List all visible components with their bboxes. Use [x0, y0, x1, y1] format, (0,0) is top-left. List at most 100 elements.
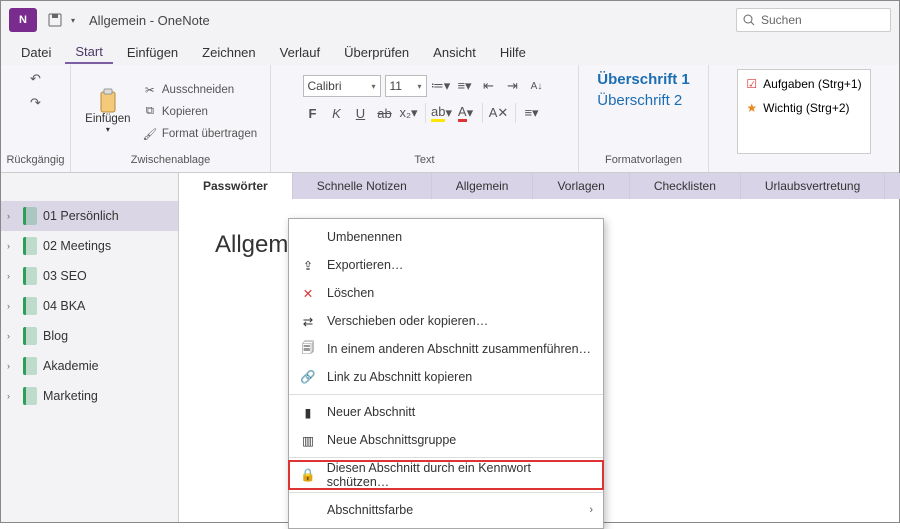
notebook-label: 03 SEO: [43, 269, 87, 283]
notebook-icon: [23, 267, 37, 285]
qat-save-icon[interactable]: [43, 8, 67, 32]
ctx-password-protect[interactable]: 🔒Diesen Abschnitt durch ein Kennwort sch…: [289, 461, 603, 489]
align-button[interactable]: ≡▾: [522, 103, 542, 123]
outdent-button[interactable]: ⇤: [479, 76, 499, 96]
chevron-right-icon: ›: [7, 361, 17, 371]
undo-button[interactable]: ↶: [26, 69, 46, 89]
section-tab[interactable]: Checklisten: [630, 173, 741, 199]
menu-verlauf[interactable]: Verlauf: [270, 42, 330, 63]
menu-ueberpruefen[interactable]: Überprüfen: [334, 42, 419, 63]
subscript-button[interactable]: x₂▾: [399, 103, 419, 123]
format-painter-button[interactable]: 🖌Format übertragen: [140, 124, 259, 144]
window-title: Allgemein - OneNote: [89, 13, 210, 28]
tag-important[interactable]: ★Wichtig (Strg+2): [746, 98, 849, 118]
cut-button[interactable]: ✂Ausschneiden: [140, 80, 259, 100]
section-tab[interactable]: Passwörter: [179, 173, 293, 199]
section-tab[interactable]: Vorlagen: [533, 173, 629, 199]
notebook-icon: [23, 297, 37, 315]
chevron-right-icon: ›: [7, 241, 17, 251]
numbering-button[interactable]: ≡▾: [455, 76, 475, 96]
notebook-panel: ›01 Persönlich›02 Meetings›03 SEO›04 BKA…: [1, 173, 179, 522]
ctx-new-section[interactable]: ▮Neuer Abschnitt: [289, 398, 603, 426]
style-h2[interactable]: Überschrift 2: [593, 90, 686, 111]
titlebar: N ▾ Allgemein - OneNote Suchen: [1, 1, 899, 39]
menu-ansicht[interactable]: Ansicht: [423, 42, 486, 63]
group-text: Calibri▾ 11▾ ≔▾ ≡▾ ⇤ ⇥ A↓ F K U ab x₂▾ a…: [271, 65, 579, 172]
menu-einfuegen[interactable]: Einfügen: [117, 42, 188, 63]
notebook-item[interactable]: ›Marketing: [1, 381, 178, 411]
indent-button[interactable]: ⇥: [503, 76, 523, 96]
paste-icon: [96, 89, 120, 113]
notebook-item[interactable]: ›Blog: [1, 321, 178, 351]
notebook-icon: [23, 237, 37, 255]
group-clipboard-label: Zwischenablage: [131, 154, 211, 170]
group-icon: ▥: [299, 433, 317, 448]
menu-hilfe[interactable]: Hilfe: [490, 42, 536, 63]
notebook-item[interactable]: › Akademie: [1, 351, 178, 381]
group-text-label: Text: [414, 154, 434, 170]
paste-button[interactable]: Einfügen ▾: [82, 89, 134, 134]
italic-button[interactable]: K: [327, 103, 347, 123]
ctx-merge[interactable]: 🗐In einem anderen Abschnitt zusammenführ…: [289, 335, 603, 363]
ctx-section-color[interactable]: Abschnittsfarbe›: [289, 496, 603, 524]
sort-button[interactable]: A↓: [527, 76, 547, 96]
menu-datei[interactable]: Datei: [11, 42, 61, 63]
ctx-new-group[interactable]: ▥Neue Abschnittsgruppe: [289, 426, 603, 454]
menu-zeichnen[interactable]: Zeichnen: [192, 42, 265, 63]
bold-button[interactable]: F: [303, 103, 323, 123]
ctx-copylink[interactable]: 🔗Link zu Abschnitt kopieren: [289, 363, 603, 391]
qat-dropdown-icon[interactable]: ▾: [71, 16, 75, 25]
notebook-label: 04 BKA: [43, 299, 85, 313]
font-combo[interactable]: Calibri▾: [303, 75, 381, 97]
notebook-label: Akademie: [43, 359, 99, 373]
fontsize-combo[interactable]: 11▾: [385, 75, 427, 97]
section-tab[interactable]: Urlaubsvertretung: [741, 173, 885, 199]
ribbon: ↶ ↷ Rückgängig Einfügen ▾ ✂Ausschneiden …: [1, 65, 899, 173]
tag-tasks[interactable]: ☑Aufgaben (Strg+1): [746, 74, 861, 94]
notebook-icon: [23, 387, 37, 405]
section-tab[interactable]: Wissen: [885, 173, 900, 199]
context-menu: Umbenennen ⇪Exportieren… ✕Löschen ⇄Versc…: [288, 218, 604, 529]
notebook-label: Marketing: [43, 389, 98, 403]
app-icon: N: [9, 8, 37, 32]
highlight-button[interactable]: ab▾: [432, 103, 452, 123]
redo-button[interactable]: ↷: [26, 93, 46, 113]
group-tags: ☑Aufgaben (Strg+1) ★Wichtig (Strg+2): [709, 65, 899, 172]
ctx-move[interactable]: ⇄Verschieben oder kopieren…: [289, 307, 603, 335]
copy-icon: ⧉: [142, 104, 158, 120]
brush-icon: 🖌: [142, 126, 158, 142]
checkbox-icon: ☑: [746, 77, 757, 91]
chevron-right-icon: ›: [589, 504, 593, 516]
search-icon: [743, 14, 755, 26]
style-h1[interactable]: Überschrift 1: [593, 69, 694, 90]
ctx-export[interactable]: ⇪Exportieren…: [289, 251, 603, 279]
notebook-icon: [23, 357, 37, 375]
merge-icon: 🗐: [299, 339, 317, 360]
app-window: N ▾ Allgemein - OneNote Suchen Datei Sta…: [0, 0, 900, 523]
menubar: Datei Start Einfügen Zeichnen Verlauf Üb…: [1, 39, 899, 65]
link-icon: 🔗: [299, 370, 317, 385]
search-input[interactable]: Suchen: [736, 8, 891, 32]
underline-button[interactable]: U: [351, 103, 371, 123]
ctx-rename[interactable]: Umbenennen: [289, 223, 603, 251]
group-clipboard: Einfügen ▾ ✂Ausschneiden ⧉Kopieren 🖌Form…: [71, 65, 271, 172]
notebook-label: 02 Meetings: [43, 239, 111, 253]
strike-button[interactable]: ab: [375, 103, 395, 123]
bullets-button[interactable]: ≔▾: [431, 76, 451, 96]
copy-button[interactable]: ⧉Kopieren: [140, 102, 259, 122]
section-tab[interactable]: Allgemein: [432, 173, 534, 199]
section-tab[interactable]: Schnelle Notizen: [293, 173, 432, 199]
notebook-icon: [23, 327, 37, 345]
notebook-item[interactable]: ›03 SEO: [1, 261, 178, 291]
ctx-delete[interactable]: ✕Löschen: [289, 279, 603, 307]
menu-start[interactable]: Start: [65, 41, 112, 64]
notebook-item[interactable]: ›04 BKA: [1, 291, 178, 321]
notebook-item[interactable]: ›01 Persönlich: [1, 201, 178, 231]
notebook-label: 01 Persönlich: [43, 209, 119, 223]
chevron-right-icon: ›: [7, 331, 17, 341]
clear-format-button[interactable]: A✕: [489, 103, 509, 123]
paste-label: Einfügen: [85, 113, 130, 125]
notebook-item[interactable]: › 02 Meetings: [1, 231, 178, 261]
notebook-icon: [23, 207, 37, 225]
fontcolor-button[interactable]: A▾: [456, 103, 476, 123]
